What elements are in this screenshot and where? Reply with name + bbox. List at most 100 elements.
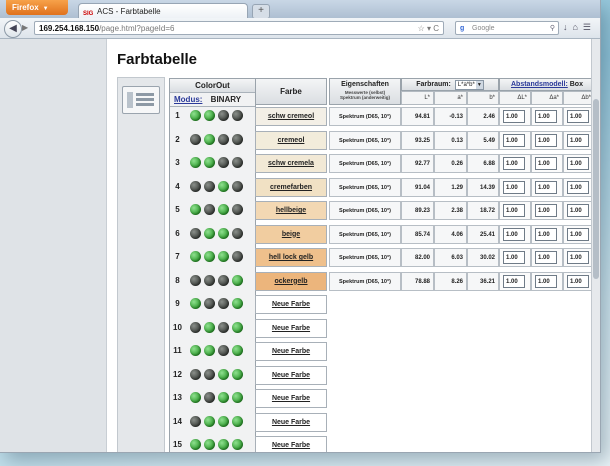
tolerance-cell: 1.00 xyxy=(499,201,531,220)
color-name-link[interactable]: hell lock gelb xyxy=(255,248,327,267)
value-a: 1.29 xyxy=(434,177,467,197)
tolerance-da-input[interactable]: 1.00 xyxy=(535,110,557,123)
led-on-icon xyxy=(232,392,243,403)
search-bar[interactable]: g Google ⚲ xyxy=(455,21,559,35)
row-number: 1 xyxy=(175,111,180,120)
led-on-icon xyxy=(204,439,215,450)
value-a: 2.38 xyxy=(434,201,467,220)
tolerance-dL-input[interactable]: 1.00 xyxy=(503,227,525,241)
vertical-scrollbar[interactable] xyxy=(591,39,600,452)
color-name-link[interactable]: cremefarben xyxy=(255,177,327,197)
page-title: Farbtabelle xyxy=(117,51,198,68)
color-name-link[interactable]: schw cremela xyxy=(255,154,327,173)
color-name-link[interactable]: hellbeige xyxy=(255,201,327,220)
chevron-down-icon: ▼ xyxy=(475,81,483,89)
color-name-link[interactable]: schw cremeol xyxy=(255,107,327,126)
modus-row: Modus: BINARY xyxy=(170,93,255,107)
column-da: Δa* xyxy=(531,91,563,105)
tolerance-da-input[interactable]: 1.00 xyxy=(535,274,557,288)
tab-farbtabelle[interactable]: SIG ACS - Farbtabelle xyxy=(78,3,248,18)
tolerance-db-input[interactable]: 1.00 xyxy=(567,274,589,288)
new-color-link[interactable]: Neue Farbe xyxy=(255,389,327,408)
tolerance-dL-input[interactable]: 1.00 xyxy=(503,157,525,170)
tolerance-da-input[interactable]: 1.00 xyxy=(535,227,557,241)
table-view-icon[interactable] xyxy=(122,86,160,114)
led-on-icon xyxy=(232,321,243,333)
tolerance-dL-input[interactable]: 1.00 xyxy=(503,251,525,264)
value-L: 92.77 xyxy=(401,154,434,173)
led-on-icon xyxy=(190,251,201,262)
color-name: ockergelb xyxy=(274,277,308,285)
firefox-menu-label: Firefox xyxy=(12,3,39,12)
tolerance-da-input[interactable]: 1.00 xyxy=(535,204,557,217)
tolerance-cell: 1.00 xyxy=(531,271,563,291)
tolerance-dL-input[interactable]: 1.00 xyxy=(503,204,525,217)
tolerance-da-input[interactable]: 1.00 xyxy=(535,180,557,194)
led-group xyxy=(190,251,246,264)
color-name-link[interactable]: cremeol xyxy=(255,130,327,150)
abstandsmodell-value: Box xyxy=(569,81,583,88)
tolerance-db-input[interactable]: 1.00 xyxy=(567,227,589,241)
color-name-link[interactable]: ockergelb xyxy=(255,271,327,291)
tolerance-dL-input[interactable]: 1.00 xyxy=(503,274,525,288)
led-group xyxy=(190,227,246,241)
row-number: 12 xyxy=(173,369,182,379)
value-a: 0.13 xyxy=(434,130,467,150)
tolerance-db-input[interactable]: 1.00 xyxy=(567,133,589,147)
new-tab-button[interactable]: + xyxy=(252,4,270,19)
tolerance-db-input[interactable]: 1.00 xyxy=(567,157,589,170)
back-button[interactable]: ◀ xyxy=(4,20,22,38)
tolerance-dL-input[interactable]: 1.00 xyxy=(503,110,525,123)
led-group xyxy=(190,180,246,194)
led-off-icon xyxy=(232,180,243,192)
value-b: 36.21 xyxy=(467,271,499,291)
new-color-link[interactable]: Neue Farbe xyxy=(255,412,327,432)
tolerance-dL-input[interactable]: 1.00 xyxy=(503,180,525,194)
tolerance-cell: 1.00 xyxy=(499,177,531,197)
firefox-menu-button[interactable]: Firefox ▼ xyxy=(6,0,68,15)
led-on-icon xyxy=(190,392,201,403)
new-color-label: Neue Farbe xyxy=(271,348,311,355)
tolerance-dL-input[interactable]: 1.00 xyxy=(503,133,525,147)
new-color-link[interactable]: Neue Farbe xyxy=(255,295,327,314)
bookmark-star-icon[interactable]: ☆ ▾ C xyxy=(418,22,439,36)
led-off-icon xyxy=(232,204,243,215)
new-color-link[interactable]: Neue Farbe xyxy=(255,342,327,361)
url-host: 169.254.168.150 xyxy=(39,24,100,33)
farbraum-select[interactable]: L*a*b* ▼ xyxy=(454,80,484,90)
value-a: 8.26 xyxy=(434,271,467,291)
color-name-link[interactable]: beige xyxy=(255,224,327,244)
farbraum-header: Farbraum: L*a*b* ▼ xyxy=(401,78,499,91)
led-on-icon xyxy=(232,298,243,309)
abstandsmodell-link[interactable]: Abstandsmodell: xyxy=(511,81,568,88)
led-group xyxy=(190,133,246,147)
scrollbar-thumb[interactable] xyxy=(593,99,599,279)
toolbar-icons[interactable]: ↓⌂☰ xyxy=(563,22,596,33)
tolerance-da-input[interactable]: 1.00 xyxy=(535,157,557,170)
page-content: Farbtabelle ColorOut Modus: BINARY 12345… xyxy=(106,39,600,452)
row-number: 7 xyxy=(175,252,180,261)
forward-button[interactable]: ▶ xyxy=(22,23,28,32)
led-off-icon xyxy=(190,368,201,380)
tolerance-db-input[interactable]: 1.00 xyxy=(567,204,589,217)
led-off-icon xyxy=(218,157,229,168)
tolerance-da-input[interactable]: 1.00 xyxy=(535,133,557,147)
modus-link[interactable]: Modus: xyxy=(174,95,202,104)
new-color-label: Neue Farbe xyxy=(271,371,311,379)
new-color-link[interactable]: Neue Farbe xyxy=(255,318,327,338)
tolerance-db-input[interactable]: 1.00 xyxy=(567,110,589,123)
url-bar[interactable]: 169.254.168.150/page.html?pageId=6 ☆ ▾ C xyxy=(34,21,444,35)
value-b: 14.39 xyxy=(467,177,499,197)
tab-title: ACS - Farbtabelle xyxy=(97,7,161,16)
new-color-link[interactable]: Neue Farbe xyxy=(255,365,327,385)
tolerance-db-input[interactable]: 1.00 xyxy=(567,180,589,194)
new-color-link[interactable]: Neue Farbe xyxy=(255,436,327,452)
tolerance-db-input[interactable]: 1.00 xyxy=(567,251,589,264)
value-b: 5.49 xyxy=(467,130,499,150)
led-on-icon xyxy=(204,251,215,262)
led-on-icon xyxy=(204,133,215,145)
search-icon[interactable]: ⚲ xyxy=(550,22,555,36)
tolerance-da-input[interactable]: 1.00 xyxy=(535,251,557,264)
led-off-icon xyxy=(204,204,215,215)
led-on-icon xyxy=(204,110,215,121)
